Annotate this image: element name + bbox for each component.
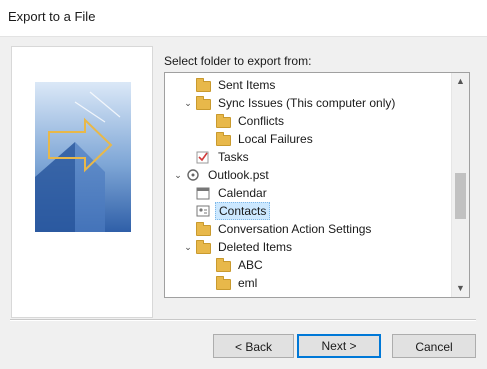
recycle-folder-icon — [195, 238, 211, 256]
tree-item[interactable]: Contacts — [195, 202, 271, 220]
folder-prompt-label: Select folder to export from: — [164, 54, 312, 68]
window-title: Export to a File — [8, 9, 96, 24]
tree-item-label: Deleted Items — [218, 240, 293, 254]
tree-item[interactable]: Calendar — [195, 184, 270, 202]
scroll-thumb[interactable] — [455, 173, 466, 219]
vertical-scrollbar[interactable]: ▲ ▼ — [451, 73, 469, 297]
tree-item[interactable]: ⌄ Outlook.pst — [174, 166, 272, 184]
folder-icon — [195, 76, 211, 94]
next-button[interactable]: Next > — [297, 334, 381, 358]
tree-item-label: Contacts — [215, 202, 271, 220]
calendar-icon — [195, 184, 211, 202]
sync-folder-icon — [195, 94, 211, 112]
tree-item-label: Local Failures — [238, 132, 313, 146]
dialog-body: Select folder to export from: Sent Items… — [0, 37, 487, 369]
tree-item-label: Sent Items — [218, 78, 276, 92]
back-button[interactable]: < Back — [213, 334, 294, 358]
tree-item[interactable]: Tasks — [195, 148, 252, 166]
wizard-banner-image — [11, 46, 153, 318]
tree-item-label: Tasks — [218, 150, 249, 164]
tree-item[interactable]: Local Failures — [215, 130, 316, 148]
export-arrow-graphic — [35, 82, 131, 232]
tree-item[interactable]: ABC — [215, 256, 266, 274]
tree-item[interactable]: ⌄ Sync Issues (This computer only) — [184, 94, 398, 112]
expand-toggle-icon[interactable]: ⌄ — [182, 94, 194, 112]
expand-toggle-icon[interactable]: ⌄ — [182, 238, 194, 256]
title-bar: Export to a File — [0, 0, 487, 37]
tree-item-label: Conflicts — [238, 114, 285, 128]
folder-icon — [215, 256, 231, 274]
tree-item-label: Outlook.pst — [208, 168, 269, 182]
folder-icon — [215, 130, 231, 148]
tree-item-label: eml — [238, 276, 258, 290]
folder-tree[interactable]: Sent Items ⌄ Sync Issues (This computer on… — [164, 72, 470, 298]
tasks-icon — [195, 148, 211, 166]
folder-icon — [215, 274, 231, 292]
tree-item-label: Sync Issues (This computer only) — [218, 96, 396, 110]
cancel-button[interactable]: Cancel — [392, 334, 476, 358]
folder-icon — [195, 220, 211, 238]
data-file-icon — [185, 166, 201, 184]
contacts-icon — [195, 202, 211, 220]
tree-item-label: ABC — [238, 258, 263, 272]
expand-toggle-icon[interactable]: ⌄ — [172, 166, 184, 184]
tree-item[interactable]: eml — [215, 274, 260, 292]
tree-item[interactable]: ⌄ Deleted Items — [184, 238, 295, 256]
scroll-down-arrow-icon[interactable]: ▼ — [452, 280, 469, 297]
tree-item-label: Conversation Action Settings — [218, 222, 372, 236]
folder-icon — [215, 112, 231, 130]
separator-line — [10, 319, 476, 321]
tree-item-label: Calendar — [218, 186, 267, 200]
tree-item[interactable]: Conversation Action Settings — [195, 220, 374, 238]
scroll-up-arrow-icon[interactable]: ▲ — [452, 73, 469, 90]
tree-item[interactable]: Sent Items — [195, 76, 278, 94]
tree-item[interactable]: Conflicts — [215, 112, 287, 130]
